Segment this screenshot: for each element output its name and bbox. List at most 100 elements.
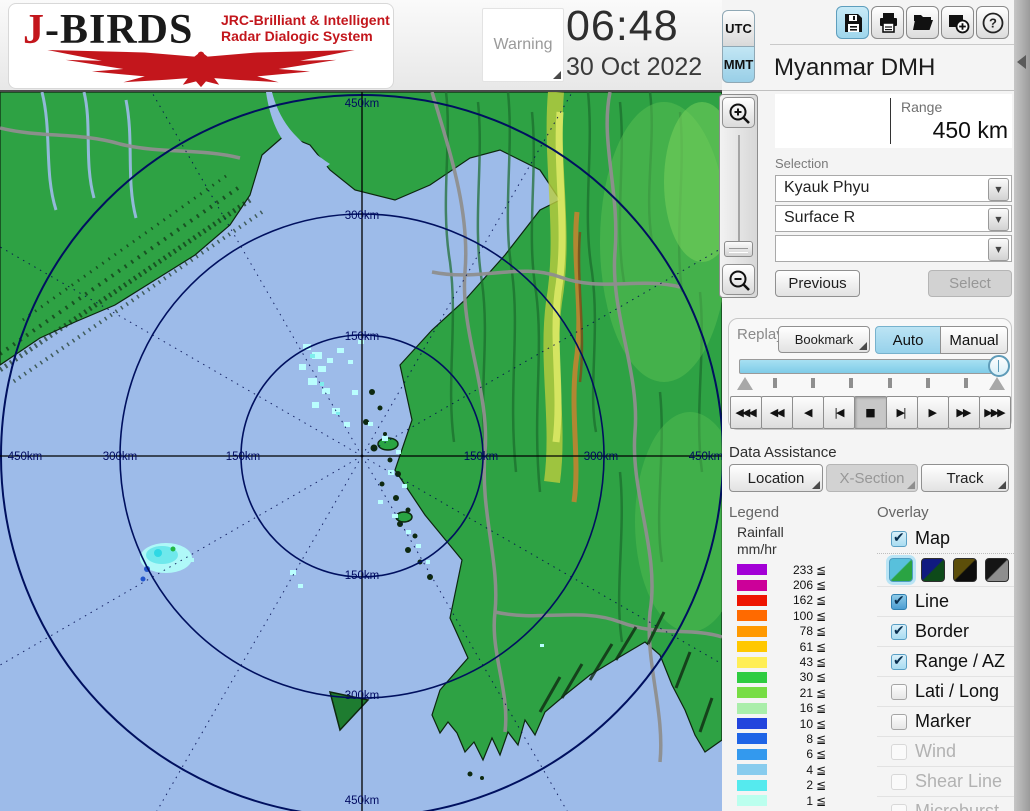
ring-label: 300km [103, 451, 138, 463]
dropdown-site[interactable]: Kyauk Phyu ▼ [775, 175, 1012, 202]
utc-button[interactable]: UTC [722, 10, 755, 47]
range-az-checkbox[interactable] [891, 654, 907, 670]
replay-timeline-slider[interactable] [739, 359, 1007, 374]
rainfall-legend: Rainfall mm/hr 233≦206≦162≦100≦78≦61≦43≦… [729, 524, 869, 808]
dropdown-product[interactable]: Surface R▼ [775, 205, 1012, 232]
chevron-down-icon[interactable]: ▼ [988, 178, 1009, 201]
legend-value: 233 [767, 563, 813, 577]
legend-operator: ≦ [816, 609, 826, 623]
clock-date: 30 Oct 2022 [566, 52, 726, 82]
x-section-button[interactable]: X-Section [826, 464, 918, 492]
legend-value: 6 [767, 747, 813, 761]
bookmark-button[interactable]: Bookmark [778, 326, 870, 353]
forward-fastest-button[interactable]: ▶▶▶ [979, 396, 1011, 429]
map-checkbox[interactable] [891, 531, 907, 547]
legend-value: 30 [767, 670, 813, 684]
selection-label: Selection [775, 156, 828, 171]
wind-label: Wind [915, 741, 956, 762]
zoom-slider-track[interactable] [738, 135, 740, 257]
radar-map-canvas[interactable]: 450km300km150km150km300km450km450km300km… [0, 92, 722, 811]
auto-mode-button[interactable]: Auto [875, 326, 941, 354]
rewind-fast-button[interactable]: ◀◀ [761, 396, 793, 429]
legend-value: 162 [767, 593, 813, 607]
step-back-button[interactable]: |◀ [823, 396, 855, 429]
lati-long-checkbox[interactable] [891, 684, 907, 700]
zoom-slider-handle[interactable] [724, 241, 753, 257]
open-folder-icon[interactable] [906, 6, 939, 39]
marker-checkbox[interactable] [891, 714, 907, 730]
play-button[interactable]: ▶ [917, 396, 949, 429]
map-style-black-gray[interactable] [985, 558, 1009, 582]
dropdown-value: Kyauk Phyu [784, 179, 869, 197]
track-button[interactable]: Track [921, 464, 1009, 492]
ring-label: 150km [345, 331, 380, 343]
chevron-down-icon[interactable]: ▼ [988, 208, 1009, 231]
step-forward-button[interactable]: ▶| [886, 396, 918, 429]
rewind-fastest-button[interactable]: ◀◀◀ [730, 396, 762, 429]
playback-controls: ◀◀◀◀◀◀|◀■▶|▶▶▶▶▶▶ [731, 396, 1011, 429]
shear-line-checkbox [891, 774, 907, 790]
add-image-icon[interactable] [941, 6, 974, 39]
legend-row: 206≦ [729, 577, 869, 592]
map-style-selector [877, 553, 1014, 586]
border-checkbox[interactable] [891, 624, 907, 640]
mmt-button[interactable]: MMT [722, 46, 755, 83]
legend-color-swatch [737, 703, 767, 714]
forward-fast-button[interactable]: ▶▶ [948, 396, 980, 429]
legend-row: 162≦ [729, 593, 869, 608]
location-button[interactable]: Location [729, 464, 823, 492]
legend-color-swatch [737, 626, 767, 637]
legend-row: 6≦ [729, 747, 869, 762]
timeline-end-marker[interactable] [989, 377, 1005, 390]
zoom-out-icon[interactable] [722, 264, 755, 295]
dropdown-extra[interactable]: ▼ [775, 235, 1012, 262]
range-az-label: Range / AZ [915, 651, 1005, 672]
help-icon[interactable]: ? [976, 6, 1009, 39]
timeline-start-marker[interactable] [737, 377, 753, 390]
legend-color-swatch [737, 672, 767, 683]
ring-label: 150km [345, 570, 380, 582]
border-label: Border [915, 621, 969, 642]
panel-collapse-scrollbar[interactable] [1014, 0, 1030, 811]
legend-row: 16≦ [729, 701, 869, 716]
legend-row: 233≦ [729, 562, 869, 577]
legend-operator: ≦ [816, 640, 826, 654]
ring-label: 300km [345, 210, 380, 222]
stop-button[interactable]: ■ [854, 396, 886, 429]
collapse-arrow-icon[interactable] [1017, 55, 1026, 69]
line-label: Line [915, 591, 949, 612]
print-icon[interactable] [871, 6, 904, 39]
legend-color-swatch [737, 610, 767, 621]
header: J-BIRDS JRC-Brilliant & Intelligent Rada… [0, 0, 722, 90]
line-checkbox[interactable] [891, 594, 907, 610]
map-style-navy-green[interactable] [921, 558, 945, 582]
map-style-terrain[interactable] [889, 558, 913, 582]
marker-label: Marker [915, 711, 971, 732]
select-button[interactable]: Select [928, 270, 1012, 297]
manual-mode-button[interactable]: Manual [940, 326, 1008, 354]
legend-value: 21 [767, 686, 813, 700]
legend-operator: ≦ [816, 717, 826, 731]
ring-label: 450km [689, 451, 722, 463]
radar-map: 450km300km150km150km300km450km450km300km… [0, 92, 722, 811]
legend-row: 61≦ [729, 639, 869, 654]
legend-operator: ≦ [816, 794, 826, 808]
jbirds-logo: J-BIRDS JRC-Brilliant & Intelligent Rada… [8, 3, 394, 89]
timeline-slider-handle[interactable] [988, 355, 1010, 377]
chevron-down-icon[interactable]: ▼ [988, 238, 1009, 261]
shear-line-label: Shear Line [915, 771, 1002, 792]
warning-button[interactable]: Warning [482, 8, 564, 82]
eagle-logo-icon [15, 50, 387, 88]
previous-button[interactable]: Previous [775, 270, 860, 297]
map-style-olive-black[interactable] [953, 558, 977, 582]
ring-label: 450km [8, 451, 43, 463]
play-reverse-button[interactable]: ◀ [792, 396, 824, 429]
zoom-in-icon[interactable] [722, 97, 755, 128]
legend-operator: ≦ [816, 686, 826, 700]
legend-operator: ≦ [816, 732, 826, 746]
legend-operator: ≦ [816, 763, 826, 777]
overlay-row-microburst: Microburst [877, 796, 1014, 811]
data-assistance-buttons: LocationX-SectionTrack [729, 464, 1010, 492]
save-icon[interactable] [836, 6, 869, 39]
clock-time: 06:48 [566, 0, 726, 52]
